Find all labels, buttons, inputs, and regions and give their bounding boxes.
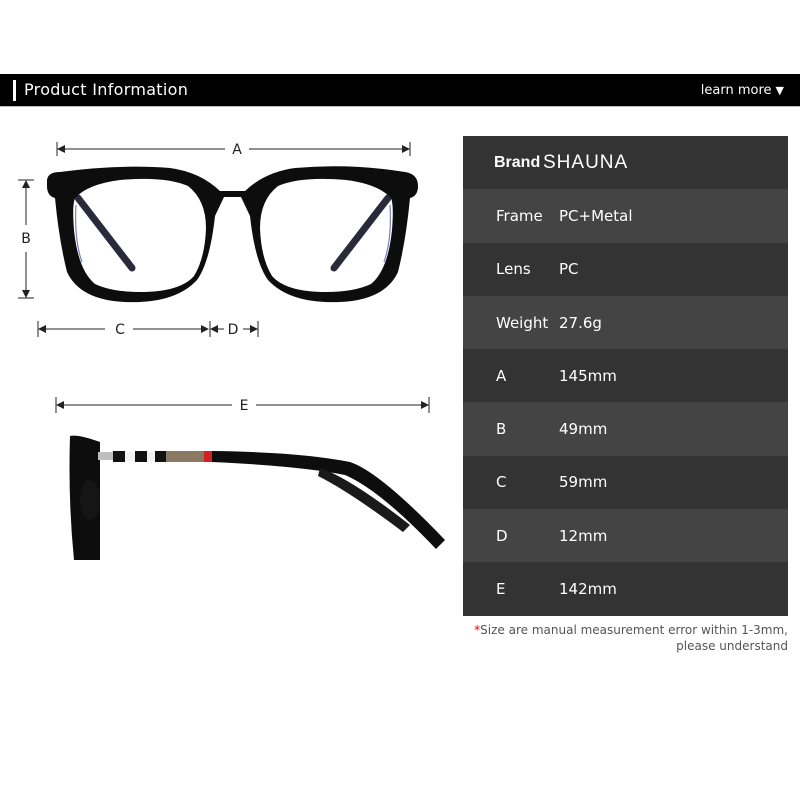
spec-row: C 59mm xyxy=(463,455,788,510)
spec-value: 49mm xyxy=(559,420,608,439)
glasses-diagram: A B C D E xyxy=(18,142,445,560)
spec-label: A xyxy=(496,366,507,385)
spec-label: D xyxy=(496,526,508,545)
dimension-d: D xyxy=(209,321,259,338)
measurement-note: *Size are manual measurement error withi… xyxy=(474,622,788,654)
header-accent-bar xyxy=(13,80,16,101)
glasses-side-view xyxy=(69,435,445,560)
dimension-label-d: D xyxy=(228,322,239,338)
spec-value: PC+Metal xyxy=(559,206,633,225)
spec-value: PC xyxy=(559,260,579,279)
triangle-down-icon: ▼ xyxy=(775,84,784,97)
dimension-e: E xyxy=(55,397,430,414)
spec-label: E xyxy=(496,580,506,599)
dimension-c: C xyxy=(37,321,209,338)
spec-row: Lens PC xyxy=(463,242,788,296)
dimension-a: A xyxy=(56,142,411,158)
spec-row-brand: Brand SHAUNA xyxy=(463,136,788,190)
spec-row: E 142mm xyxy=(463,562,788,616)
section-title: Product Information xyxy=(24,80,189,99)
spec-label: C xyxy=(496,473,507,492)
spec-row: D 12mm xyxy=(463,509,788,563)
spec-label: B xyxy=(496,420,507,439)
glasses-front-view xyxy=(47,166,418,303)
spec-label: Lens xyxy=(496,260,531,279)
section-header: Product Information learn more ▼ xyxy=(0,74,800,106)
dimension-label-b: B xyxy=(21,231,31,247)
spec-value: 27.6g xyxy=(559,313,602,332)
brand-logo-text: SHAUNA xyxy=(543,151,629,173)
note-line-1: Size are manual measurement error within… xyxy=(480,623,788,637)
dimension-label-c: C xyxy=(115,322,125,338)
spec-row: Weight 27.6g xyxy=(463,295,788,350)
spec-row: B 49mm xyxy=(463,402,788,456)
learn-more-label: learn more xyxy=(700,83,772,98)
spec-value: 59mm xyxy=(559,473,608,492)
spec-label: Frame xyxy=(496,206,543,225)
spec-row: Frame PC+Metal xyxy=(463,189,788,243)
spec-row: A 145mm xyxy=(463,349,788,403)
dimension-label-e: E xyxy=(240,398,249,414)
spec-value: 12mm xyxy=(559,526,608,545)
note-line-2: please understand xyxy=(676,639,788,653)
learn-more-link[interactable]: learn more ▼ xyxy=(701,83,784,98)
dimension-label-a: A xyxy=(232,142,242,158)
spec-label: Weight xyxy=(496,313,549,332)
spec-value: 142mm xyxy=(559,580,617,599)
dimension-b: B xyxy=(18,179,34,299)
spec-value: 145mm xyxy=(559,366,617,385)
header-divider xyxy=(0,106,800,107)
spec-table: Brand SHAUNA Frame PC+Metal Lens PC Weig… xyxy=(463,136,788,616)
